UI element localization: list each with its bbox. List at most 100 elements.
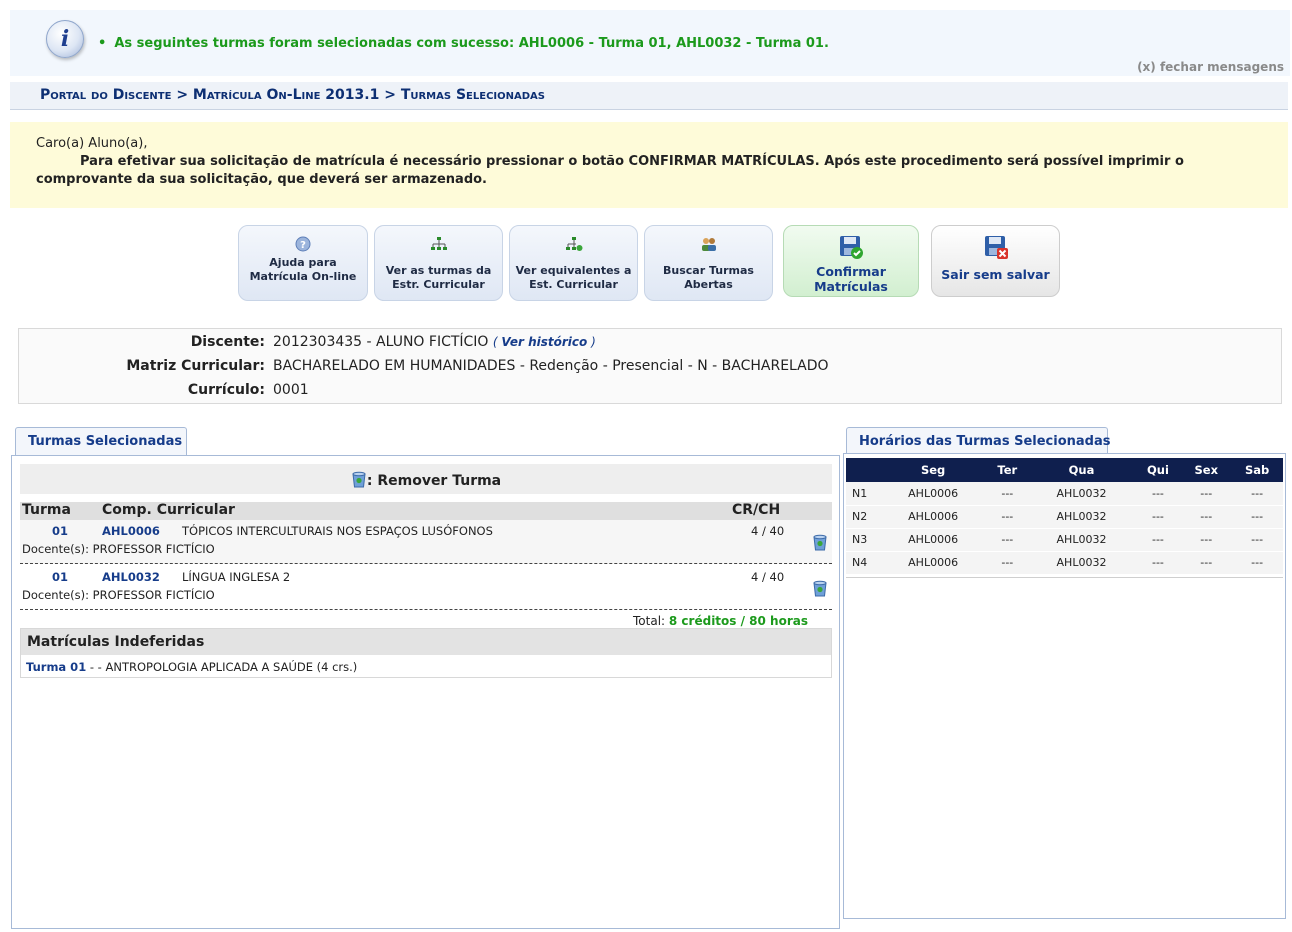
view-curricular-button[interactable]: Ver as turmas da Estr. Curricular	[374, 225, 503, 301]
schedule-day: Ter	[986, 458, 1029, 482]
schedule-hour: N1	[846, 482, 880, 506]
schedule-hour: N2	[846, 505, 880, 529]
schedule-cell: ---	[986, 528, 1029, 552]
schedule-cell: ---	[1231, 528, 1283, 552]
table-row: N1 AHL0006 --- AHL0032 --- --- ---	[846, 482, 1283, 506]
table-row: N3 AHL0006 --- AHL0032 --- --- ---	[846, 528, 1283, 552]
view-equivalents-button[interactable]: Ver equivalentes a Est. Curricular	[509, 225, 638, 301]
curriculo-label: Currículo:	[187, 382, 265, 398]
row-turma: 01	[52, 524, 69, 538]
help-button-label: Ajuda para Matrícula On-line	[249, 256, 357, 283]
schedule-cell: AHL0006	[880, 505, 987, 529]
schedule-day: Qua	[1028, 458, 1135, 482]
schedule-cell: ---	[1134, 505, 1182, 529]
total-value: 8 créditos / 80 horas	[668, 614, 808, 628]
rejected-text: - - ANTROPOLOGIA APLICADA A SAÚDE (4 crs…	[86, 660, 358, 674]
schedule-day: Sab	[1231, 458, 1283, 482]
matriz-value: BACHARELADO EM HUMANIDADES - Redenção - …	[273, 358, 829, 374]
schedule-cell: ---	[1134, 482, 1182, 506]
table-row: N4 AHL0006 --- AHL0032 --- --- ---	[846, 551, 1283, 575]
help-icon: ?	[295, 236, 311, 252]
schedule-cell: AHL0032	[1028, 528, 1135, 552]
total-credits: Total: 8 créditos / 80 horas	[20, 614, 808, 628]
history-close: )	[587, 335, 596, 349]
schedule-hour: N3	[846, 528, 880, 552]
search-classes-button[interactable]: Buscar Turmas Abertas	[644, 225, 773, 301]
student-row-curriculo: Currículo: 0001	[19, 382, 1281, 404]
exit-without-saving-label: Sair sem salvar	[941, 267, 1050, 282]
row-docente: Docente(s): PROFESSOR FICTÍCIO	[22, 542, 215, 556]
schedule-table: Seg Ter Qua Qui Sex Sab N1 AHL0006 --- A…	[846, 458, 1283, 575]
schedule-cell: ---	[1181, 551, 1232, 575]
row-name: LÍNGUA INGLESA 2	[182, 570, 291, 584]
schedule-cell: AHL0032	[1028, 551, 1135, 575]
classes-table-header: Turma Comp. Curricular CR/CH	[20, 502, 832, 520]
confirm-enrollment-button[interactable]: Confirmar Matrículas	[783, 225, 919, 297]
discente-value: 2012303435 - ALUNO FICTÍCIO	[273, 334, 489, 350]
close-messages-link[interactable]: (x) fechar mensagens	[1137, 60, 1284, 74]
discente-value-wrap: 2012303435 - ALUNO FICTÍCIO ( Ver histór…	[273, 334, 596, 350]
schedule-cell: ---	[986, 482, 1029, 506]
schedule-cell: ---	[986, 551, 1029, 575]
student-info: Discente: 2012303435 - ALUNO FICTÍCIO ( …	[18, 328, 1282, 404]
info-icon: i	[46, 20, 84, 58]
table-row: 01 AHL0032 LÍNGUA INGLESA 2 4 / 40 Docen…	[20, 566, 832, 610]
remove-class-header: : Remover Turma	[20, 464, 832, 494]
notice-body: Para efetivar sua solicitação de matrícu…	[36, 154, 1184, 187]
schedule-corner	[846, 458, 880, 482]
discente-label: Discente:	[190, 334, 265, 350]
row-code[interactable]: AHL0006	[102, 524, 160, 538]
trash-icon	[352, 471, 366, 488]
schedule-cell: AHL0006	[880, 551, 987, 575]
view-equivalents-label: Ver equivalentes a Est. Curricular	[515, 264, 632, 291]
save-confirm-icon	[840, 236, 863, 259]
row-name: TÓPICOS INTERCULTURAIS NOS ESPAÇOS LUSÓF…	[182, 524, 493, 538]
schedule-cell: ---	[1181, 482, 1232, 506]
equivalents-tree-icon	[565, 237, 582, 251]
schedule-cell: ---	[986, 505, 1029, 529]
notice-greeting: Caro(a) Aluno(a),	[36, 136, 148, 151]
remove-class-icon[interactable]	[812, 580, 828, 597]
confirm-enrollment-label: Confirmar Matrículas	[814, 264, 888, 294]
table-row: N2 AHL0006 --- AHL0032 --- --- ---	[846, 505, 1283, 529]
svg-text:?: ?	[300, 240, 306, 251]
selected-classes-panel: : Remover Turma Turma Comp. Curricular C…	[11, 455, 840, 929]
schedule-cell: ---	[1231, 551, 1283, 575]
tab-schedule[interactable]: Horários das Turmas Selecionadas	[846, 427, 1110, 455]
success-message: • As seguintes turmas foram selecionadas …	[98, 36, 829, 51]
schedule-day: Seg	[880, 458, 987, 482]
row-crch: 4 / 40	[751, 570, 785, 584]
list-item: Turma 01 - - ANTROPOLOGIA APLICADA A SAÚ…	[21, 655, 831, 674]
history-link-wrap: ( Ver histórico )	[493, 335, 596, 349]
schedule-cell: ---	[1134, 528, 1182, 552]
exit-without-saving-button[interactable]: Sair sem salvar	[931, 225, 1060, 297]
curriculo-value: 0001	[273, 382, 309, 398]
rejected-enrollments: Matrículas Indeferidas Turma 01 - - ANTR…	[20, 628, 832, 678]
schedule-day: Qui	[1134, 458, 1182, 482]
tab-selected-classes[interactable]: Turmas Selecionadas	[15, 427, 187, 455]
row-code[interactable]: AHL0032	[102, 570, 160, 584]
total-label: Total:	[633, 614, 669, 628]
view-curricular-label: Ver as turmas da Estr. Curricular	[385, 264, 492, 291]
schedule-hour: N4	[846, 551, 880, 575]
schedule-day: Sex	[1181, 458, 1232, 482]
header-crch: CR/CH	[732, 502, 781, 518]
schedule-header-row: Seg Ter Qua Qui Sex Sab	[846, 458, 1283, 482]
schedule-cell: ---	[1181, 505, 1232, 529]
schedule-cell: ---	[1134, 551, 1182, 575]
remove-class-label: : Remover Turma	[366, 473, 502, 489]
schedule-cell: AHL0006	[880, 528, 987, 552]
matriz-label: Matriz Curricular:	[126, 358, 265, 374]
view-history-link[interactable]: Ver histórico	[501, 335, 587, 349]
rejected-turma-link[interactable]: Turma 01	[26, 660, 86, 674]
schedule-cell: ---	[1231, 482, 1283, 506]
header-turma: Turma	[22, 502, 71, 518]
action-toolbar: ? Ajuda para Matrícula On-line Ver as tu…	[0, 225, 1292, 305]
search-classes-label: Buscar Turmas Abertas	[663, 264, 754, 291]
help-button[interactable]: ? Ajuda para Matrícula On-line	[238, 225, 368, 301]
breadcrumb: Portal do Discente > Matrícula On-Line 2…	[10, 82, 1288, 110]
rejected-title: Matrículas Indeferidas	[21, 629, 831, 655]
remove-class-icon[interactable]	[812, 534, 828, 551]
notice-box: Caro(a) Aluno(a), Para efetivar sua soli…	[10, 122, 1288, 208]
schedule-cell: AHL0032	[1028, 482, 1135, 506]
